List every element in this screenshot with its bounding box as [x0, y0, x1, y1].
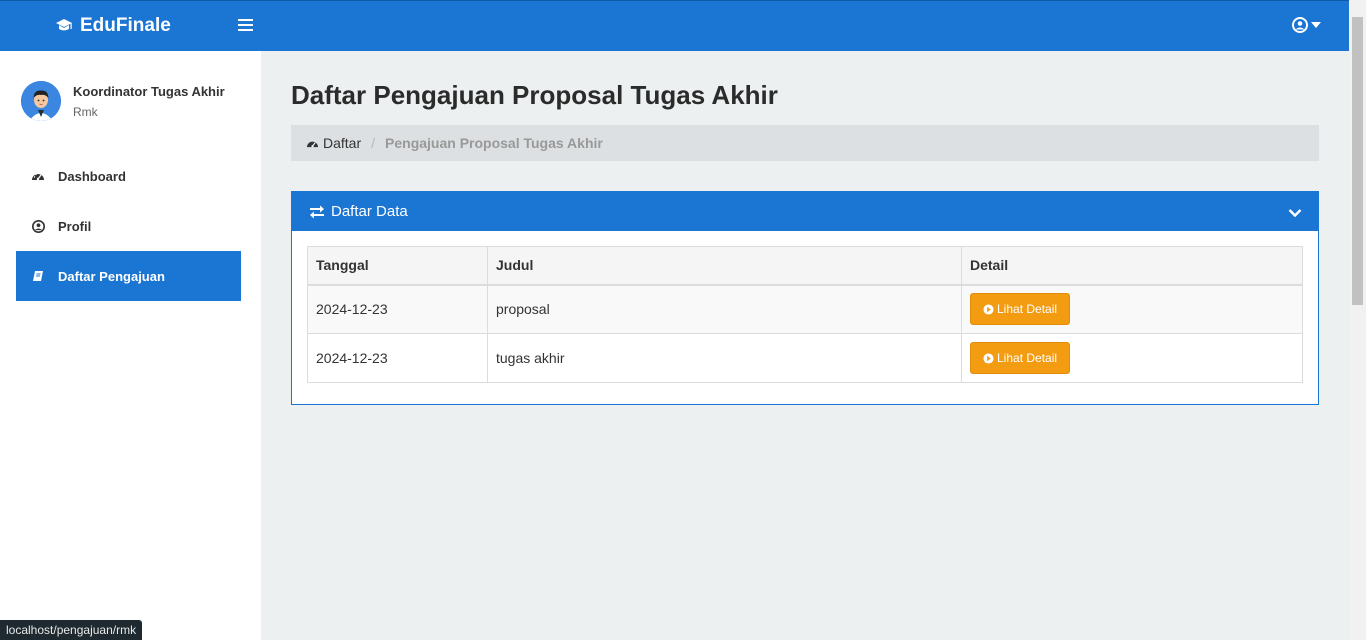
lihat-detail-label: Lihat Detail — [997, 351, 1058, 365]
page-title: Daftar Pengajuan Proposal Tugas Akhir — [291, 80, 778, 110]
sidebar-nav: Dashboard Profil Daftar Pengajuan — [16, 151, 241, 301]
user-circle-icon — [31, 219, 45, 233]
user-profile: Koordinator Tugas Akhir Rmk — [21, 81, 233, 121]
sidebar-toggle-button[interactable] — [238, 19, 253, 33]
link-status-bar: localhost/pengajuan/rmk — [0, 620, 143, 640]
cell-judul: tugas akhir — [487, 333, 962, 383]
book-icon — [31, 270, 45, 282]
sidebar-item-dashboard[interactable]: Dashboard — [16, 151, 241, 201]
column-header-tanggal: Tanggal — [307, 246, 488, 286]
dashboard-icon — [31, 170, 45, 182]
graduation-cap-icon — [56, 19, 72, 31]
user-menu-button[interactable] — [1292, 17, 1321, 33]
breadcrumb-home-label: Daftar — [323, 135, 362, 151]
table-row: 2024-12-23 proposal Lihat Detail — [307, 284, 1303, 334]
dashboard-icon — [307, 141, 318, 147]
user-name: Koordinator Tugas Akhir — [73, 83, 225, 99]
table-header-row: Tanggal Judul Detail — [307, 246, 1303, 286]
cell-tanggal: 2024-12-23 — [307, 284, 488, 334]
arrow-circle-right-icon — [983, 304, 994, 315]
panel-title: Daftar Data — [331, 203, 408, 220]
caret-down-icon — [1311, 22, 1321, 28]
panel-collapse-button[interactable] — [1288, 205, 1302, 222]
cell-detail: Lihat Detail — [961, 333, 1303, 383]
lihat-detail-label: Lihat Detail — [997, 302, 1058, 317]
sidebar: Koordinator Tugas Akhir Rmk Dashboard Pr… — [0, 51, 261, 640]
sidebar-item-label: Profil — [58, 218, 92, 234]
sidebar-item-daftar-pengajuan[interactable]: Daftar Pengajuan — [16, 251, 241, 301]
panel-header: Daftar Data — [292, 192, 1318, 231]
lihat-detail-button[interactable]: Lihat Detail — [970, 342, 1071, 374]
breadcrumb: Daftar / Pengajuan Proposal Tugas Akhir — [291, 125, 1319, 161]
main-content: Daftar Pengajuan Proposal Tugas Akhir Da… — [261, 51, 1349, 640]
page-scrollbar[interactable] — [1349, 0, 1366, 640]
table-row: 2024-12-23 tugas akhir Lihat Detail — [307, 333, 1303, 383]
user-circle-icon — [1292, 17, 1308, 33]
top-navbar: EduFinale — [0, 0, 1349, 51]
breadcrumb-separator: / — [371, 135, 376, 151]
breadcrumb-home-link[interactable]: Daftar — [306, 135, 361, 151]
exchange-icon — [310, 205, 324, 218]
breadcrumb-current: Pengajuan Proposal Tugas Akhir — [385, 135, 603, 151]
avatar — [21, 81, 61, 121]
cell-detail: Lihat Detail — [961, 284, 1303, 334]
cell-tanggal: 2024-12-23 — [307, 333, 488, 383]
column-header-judul: Judul — [487, 246, 962, 286]
arrow-circle-right-icon — [983, 352, 994, 364]
chevron-down-icon — [1288, 209, 1302, 218]
sidebar-item-label: Daftar Pengajuan — [58, 268, 165, 284]
user-role: Rmk — [73, 104, 98, 119]
lihat-detail-button[interactable]: Lihat Detail — [970, 293, 1071, 326]
brand-logo[interactable]: EduFinale — [55, 15, 171, 37]
scrollbar-thumb[interactable] — [1352, 17, 1363, 305]
submission-table: Tanggal Judul Detail 2024-12-23 proposal — [307, 246, 1303, 383]
sidebar-item-label: Dashboard — [58, 168, 126, 184]
data-panel: Daftar Data Tanggal Judul Detail 2024-12… — [291, 191, 1319, 405]
sidebar-item-profil[interactable]: Profil — [16, 201, 241, 251]
brand-name: EduFinale — [80, 15, 171, 36]
cell-judul: proposal — [487, 284, 962, 334]
column-header-detail: Detail — [961, 246, 1303, 286]
